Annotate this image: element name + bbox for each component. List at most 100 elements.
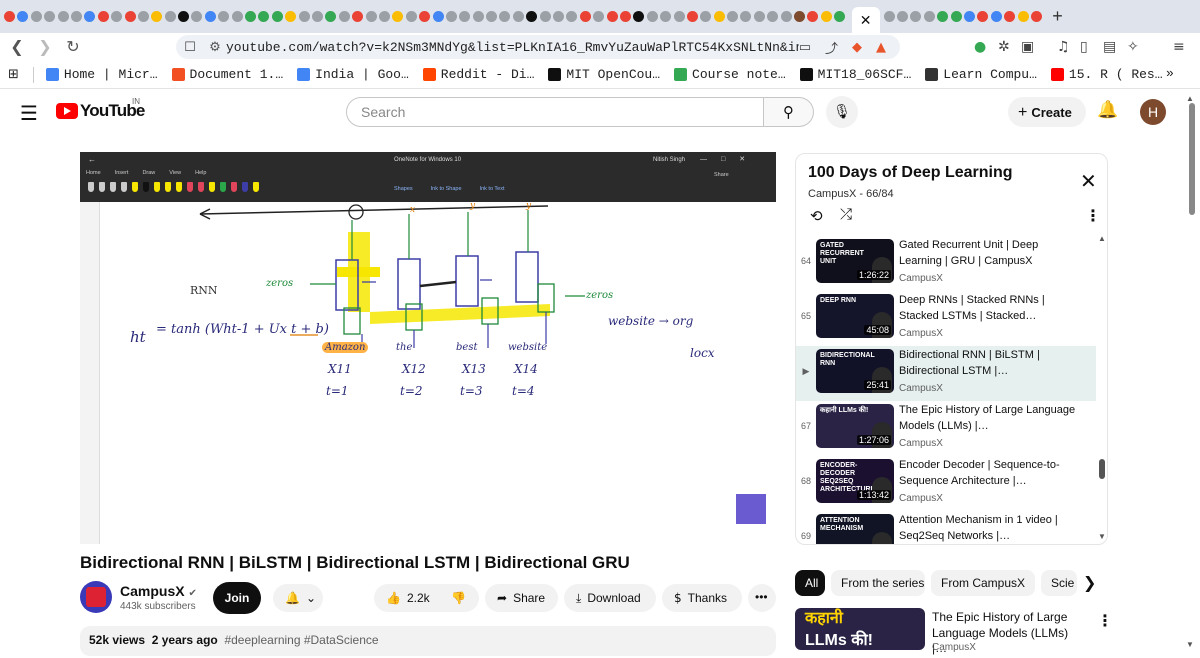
media-icon[interactable]: ♫ — [1057, 39, 1070, 55]
playlist-item[interactable]: 64 GATED RECURRENT UNIT 1:26:22 Gated Recur… — [796, 236, 1096, 291]
tab-favicon[interactable] — [472, 11, 484, 22]
close-playlist-icon[interactable]: ✕ — [1080, 169, 1097, 194]
playlist-thumbnail[interactable]: कहानी LLMs की! 1:27:06 — [816, 404, 894, 448]
tab-favicon[interactable] — [365, 11, 377, 22]
tab-favicon[interactable] — [990, 11, 1002, 22]
tab-favicon[interactable] — [566, 11, 578, 22]
playlist-more-icon[interactable]: ⋮ — [1085, 206, 1101, 226]
tab-favicon[interactable] — [910, 11, 922, 22]
tab-favicon[interactable] — [1004, 11, 1016, 22]
hamburger-menu-icon[interactable]: ☰ — [20, 101, 38, 126]
tab-favicon[interactable] — [727, 11, 739, 22]
description-box[interactable]: 52k views 2 years ago #deeplearning #Dat… — [80, 626, 776, 656]
playlist-thumbnail[interactable]: GATED RECURRENT UNIT 1:26:22 — [816, 239, 894, 283]
more-bookmarks-icon[interactable]: » — [1166, 66, 1174, 81]
tab-favicon[interactable] — [950, 11, 962, 22]
search-button[interactable]: ⚲ — [764, 97, 814, 127]
like-count[interactable]: 2.2k — [407, 591, 430, 605]
playlist-item[interactable]: 65 DEEP RNN 45:08 Deep RNNs | Stacked RNNs … — [796, 291, 1096, 346]
playlist-video-title[interactable]: Attention Mechanism in 1 video | Seq2Seq… — [899, 513, 1084, 544]
tab-favicon[interactable] — [84, 11, 96, 22]
tab-favicon[interactable] — [124, 11, 136, 22]
tab-favicon[interactable] — [258, 11, 270, 22]
address-bar[interactable]: ☐ ⚙ youtube.com/watch?v=k2NSm3MNdYg&list… — [176, 35, 900, 59]
tab-favicon[interactable] — [807, 11, 819, 22]
brave-shield-icon[interactable]: ◆ — [852, 40, 862, 55]
bookmark-item[interactable]: MIT18_06SCF… — [799, 67, 911, 82]
menu-icon[interactable]: ≡ — [1173, 39, 1185, 55]
tab-favicon[interactable] — [897, 11, 908, 22]
tab-favicon[interactable] — [378, 11, 390, 22]
tab-favicon[interactable] — [4, 11, 15, 22]
tab-favicon[interactable] — [593, 11, 605, 22]
recommended-thumbnail[interactable]: कहानी LLMs की! — [795, 608, 925, 650]
new-tab-button[interactable]: + — [1052, 6, 1063, 27]
tab-favicon[interactable] — [137, 11, 149, 22]
tab-favicon[interactable] — [419, 11, 431, 22]
tab-favicon[interactable] — [191, 11, 203, 22]
scroll-down-icon[interactable]: ▼ — [1098, 532, 1106, 541]
notifications-bell-icon[interactable]: 🔔 — [1097, 100, 1118, 120]
tab-favicon[interactable] — [70, 11, 82, 22]
reload-icon[interactable]: ↻ — [62, 37, 84, 57]
hashtags[interactable]: #deeplearning #DataScience — [224, 633, 378, 647]
active-tab[interactable]: ✕ — [851, 7, 880, 33]
download-button[interactable]: ⤓ Download — [564, 584, 656, 612]
tab-favicon[interactable] — [151, 11, 163, 22]
tab-favicon[interactable] — [977, 11, 989, 22]
thanks-button[interactable]: $ Thanks — [662, 584, 742, 612]
tab-favicon[interactable] — [686, 11, 698, 22]
extensions-icon[interactable]: ✲ — [998, 39, 1010, 55]
search-input[interactable]: Search — [346, 97, 764, 127]
tab-favicon[interactable] — [753, 11, 765, 22]
recommended-video[interactable]: कहानी LLMs की! The Epic History of Large… — [795, 608, 1113, 658]
video-player[interactable]: ← OneNote for Windows 10 Nitish Singh —□… — [80, 152, 776, 544]
playlist-video-title[interactable]: Deep RNNs | Stacked RNNs | Stacked LSTMs… — [899, 293, 1084, 324]
cast-icon[interactable]: ▭ — [799, 40, 811, 55]
tab-favicon[interactable] — [673, 11, 685, 22]
tab-favicon[interactable] — [178, 11, 190, 22]
tab-favicon[interactable] — [499, 11, 511, 22]
bookmark-item[interactable]: Reddit - Di… — [422, 67, 534, 82]
bookmark-item[interactable]: MIT OpenCou… — [548, 67, 660, 82]
share-icon[interactable]: ⤴ — [825, 38, 838, 57]
tab-favicon[interactable] — [338, 11, 350, 22]
share-button[interactable]: ➦ Share — [485, 584, 558, 612]
tab-favicon[interactable] — [553, 11, 565, 22]
bookmark-item[interactable]: 15. R ( Res… — [1050, 67, 1163, 82]
like-icon[interactable]: 👍 — [386, 591, 401, 605]
page-scrollbar[interactable] — [1189, 103, 1195, 215]
sidebar-icon[interactable]: ▯ — [1080, 39, 1088, 55]
tab-favicon[interactable] — [17, 11, 29, 22]
extension-plus-icon[interactable]: ● — [974, 39, 986, 55]
filter-chip[interactable]: Scie — [1041, 570, 1077, 596]
tab-favicon[interactable] — [619, 11, 631, 22]
dislike-icon[interactable]: 👎 — [451, 591, 466, 605]
playlist-item[interactable]: 68 ENCODER-DECODER SEQ2SEQ ARCHITECTURE 1:… — [796, 456, 1096, 511]
page-scroll-up-icon[interactable]: ▲ — [1186, 94, 1194, 103]
rewards-icon[interactable]: ▲ — [876, 40, 886, 55]
tab-favicon[interactable] — [937, 11, 949, 22]
tab-favicon[interactable] — [459, 11, 471, 22]
playlist-thumbnail[interactable]: ENCODER-DECODER SEQ2SEQ ARCHITECTURE 1:13… — [816, 459, 894, 503]
tab-favicon[interactable] — [740, 11, 752, 22]
playlist-thumbnail[interactable]: ATTENTION MECHANISM41:21 — [816, 514, 894, 544]
url-text[interactable]: youtube.com/watch?v=k2NSm3MNdYg&list=PLK… — [226, 40, 799, 55]
tab-favicon[interactable] — [834, 11, 846, 22]
tab-favicon[interactable] — [311, 11, 323, 22]
tab-favicon[interactable] — [486, 11, 498, 22]
bookmark-item[interactable]: Document 1.… — [171, 67, 283, 82]
tab-favicon[interactable] — [298, 11, 310, 22]
create-button[interactable]: + Create — [1008, 97, 1086, 127]
playlist-item[interactable]: 69 ATTENTION MECHANISM41:21Attention Mech… — [796, 511, 1096, 544]
playlist-item[interactable]: ▶ BIDIRECTIONAL RNN 25:41 Bidirectional RNN… — [796, 346, 1096, 401]
account-avatar[interactable]: H — [1140, 99, 1166, 125]
tab-favicon[interactable] — [963, 11, 975, 22]
channel-avatar[interactable] — [80, 581, 112, 613]
close-tab-icon[interactable]: ✕ — [860, 12, 872, 29]
playlist-thumbnail[interactable]: BIDIRECTIONAL RNN 25:41 — [816, 349, 894, 393]
tab-favicon[interactable] — [271, 11, 283, 22]
tab-favicon[interactable] — [646, 11, 658, 22]
reader-icon[interactable]: ▣ — [1021, 39, 1034, 55]
bookmark-item[interactable]: Course note… — [674, 67, 786, 82]
